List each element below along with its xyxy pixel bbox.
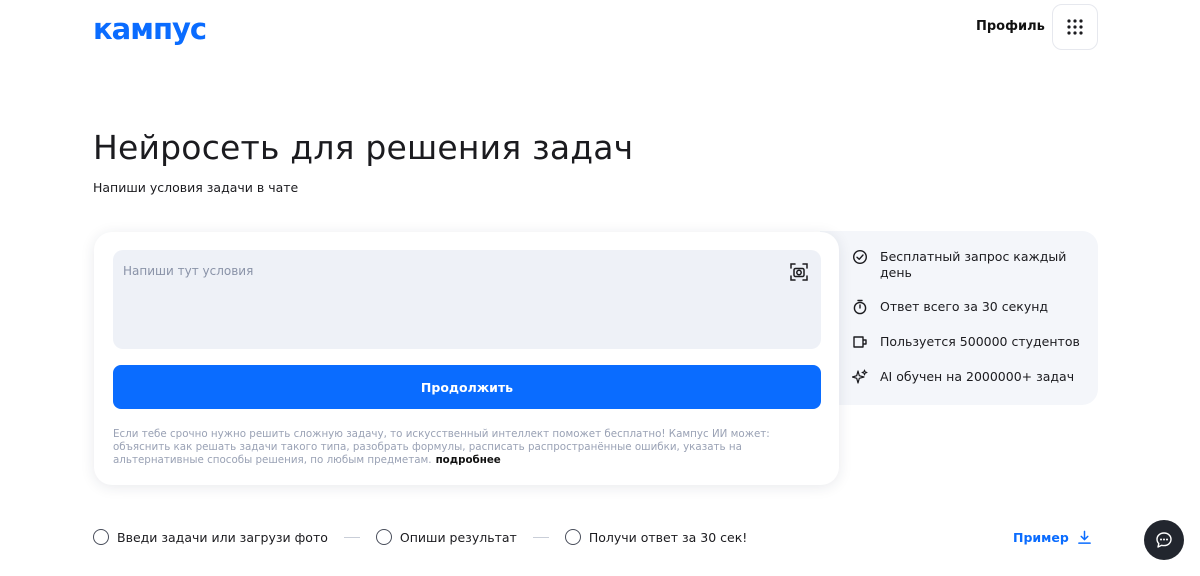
feature-label: Ответ всего за 30 секунд [880, 299, 1049, 314]
step-divider [532, 536, 549, 538]
steps-bar: Введи задачи или загрузи фото Опиши резу… [93, 529, 747, 545]
feature-item: Пользуется 500000 студентов [852, 334, 1082, 350]
feature-label: Пользуется 500000 студентов [880, 334, 1080, 349]
page-subtitle: Напиши условия задачи в чате [93, 180, 299, 195]
sparkles-icon [852, 369, 868, 384]
step-item[interactable]: Опиши результат [375, 529, 517, 545]
step-radio[interactable] [93, 529, 109, 545]
task-form-card: Продолжить Если тебе срочно нужно решить… [94, 232, 839, 485]
task-input-box [113, 250, 821, 349]
step-radio[interactable] [564, 529, 581, 545]
grid-icon [1067, 19, 1083, 35]
feature-label: Бесплатный запрос каждый день [880, 249, 1067, 280]
example-link[interactable]: Пример [1013, 530, 1092, 545]
example-label: Пример [1013, 530, 1069, 545]
feature-label: AI обучен на 2000000+ задач [880, 369, 1075, 384]
features-panel: Бесплатный запрос каждый день Ответ всег… [820, 231, 1098, 405]
logo[interactable]: кампус [93, 12, 207, 46]
feature-item: AI обучен на 2000000+ задач [852, 369, 1082, 385]
continue-button[interactable]: Продолжить [113, 365, 821, 409]
feature-item: Ответ всего за 30 секунд [852, 299, 1082, 315]
profile-link[interactable]: Профиль [976, 19, 1045, 34]
more-link[interactable]: подробнее [436, 454, 501, 466]
mug-icon [853, 336, 867, 348]
step-item[interactable]: Введи задачи или загрузи фото [93, 529, 328, 545]
task-input[interactable] [113, 250, 821, 349]
feature-item: Бесплатный запрос каждый день [852, 249, 1082, 281]
description-text: Если тебе срочно нужно решить сложную за… [113, 428, 825, 467]
download-icon [1077, 530, 1091, 544]
chat-bubble-icon [1156, 532, 1172, 548]
check-circle-icon [852, 249, 868, 265]
step-label: Получи ответ за 30 сек! [588, 529, 748, 545]
page-title: Нейросеть для решения задач [93, 128, 634, 167]
step-label: Опиши результат [399, 529, 517, 545]
stopwatch-icon [853, 299, 867, 315]
step-label: Введи задачи или загрузи фото [117, 529, 328, 545]
apps-menu-button[interactable] [1052, 4, 1098, 50]
step-radio[interactable] [375, 529, 392, 545]
step-item[interactable]: Получи ответ за 30 сек! [564, 529, 748, 545]
chat-button[interactable] [1144, 520, 1184, 560]
step-divider [343, 536, 360, 538]
camera-scan-icon[interactable] [789, 262, 809, 282]
